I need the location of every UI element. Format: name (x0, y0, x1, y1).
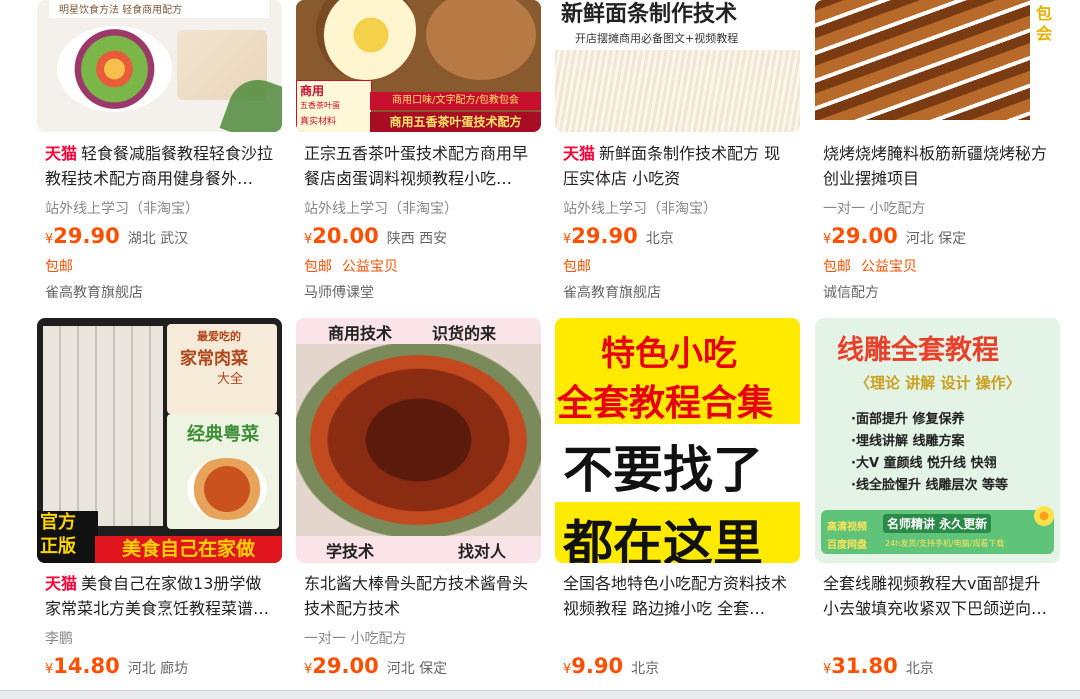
shop-link[interactable]: 诚信配方 (823, 282, 879, 302)
price: 14.80 (53, 654, 120, 678)
price-row: ¥29.00 河北 保定 (823, 224, 967, 248)
shop-link[interactable]: 雀高教育旗舰店 (563, 282, 661, 302)
tag-row: 包邮 公益宝贝 (304, 256, 408, 276)
product-subinfo: 李鹏 (45, 631, 73, 647)
location: 北京 (645, 231, 674, 247)
product-image[interactable]: 新鲜面条制作技术 开店摆摊商用必备图文+视频教程 (555, 0, 800, 132)
price: 20.00 (312, 224, 379, 248)
product-title[interactable]: 正宗五香茶叶蛋技术配方商用早餐店卤蛋调料视频教程小吃… (304, 141, 536, 191)
noodles (555, 50, 800, 132)
location: 湖北 武汉 (127, 231, 189, 247)
product-image[interactable]: 最爱吃的 家常肉菜 大全 经典粤菜 官方 正版 美食自己在家做 (37, 318, 282, 563)
image-caption: 明星饮食方法 轻食商用配方 (59, 5, 183, 16)
price: 29.90 (571, 224, 638, 248)
product-title[interactable]: 天猫 新鲜面条制作技术配方 现压实体店 小吃资 (563, 141, 795, 191)
product-title[interactable]: 东北酱大棒骨头配方技术酱骨头技术配方技术 (304, 571, 536, 621)
tag-free-shipping: 包邮 (563, 259, 591, 275)
location: 河北 保定 (905, 231, 967, 247)
location: 河北 廊坊 (127, 661, 189, 677)
tmall-badge: 天猫 (563, 144, 596, 163)
location: 北京 (631, 661, 660, 677)
tag-free-shipping: 包邮 (823, 259, 851, 275)
tag-row: 包邮 (45, 256, 83, 276)
product-image[interactable]: 商用 五香茶叶蛋 真实材料 商用口味/文字配方/包教包会 商用五香茶叶蛋技术配方 (296, 0, 541, 132)
price: 29.00 (831, 224, 898, 248)
egg (316, 0, 416, 80)
product-subinfo: 站外线上学习（非淘宝） (45, 201, 199, 217)
location: 陕西 西安 (386, 231, 448, 247)
tmall-badge: 天猫 (45, 574, 78, 593)
product-image[interactable]: 包 会 (815, 0, 1060, 132)
product-image[interactable]: 商用技术 识货的来 学技术 找对人 (296, 318, 541, 563)
price-row: ¥29.00 河北 保定 (304, 654, 448, 678)
location: 北京 (905, 661, 934, 677)
product-title[interactable]: 天猫 美食自己在家做13册学做家常菜北方美食烹饪教程菜谱… (45, 571, 277, 621)
product-image[interactable]: 明星饮食方法 轻食商用配方 (37, 0, 282, 132)
price-row: ¥20.00 陕西 西安 (304, 224, 448, 248)
tag-row: 包邮 公益宝贝 (823, 256, 927, 276)
product-title[interactable]: 烧烤烧烤腌料板筋新疆烧烤秘方创业摆摊项目 (823, 141, 1055, 191)
price-row: ¥29.90 湖北 武汉 (45, 224, 189, 248)
flower-icon (1034, 506, 1054, 526)
skewers (815, 0, 1030, 120)
price-row: ¥9.90 北京 (563, 654, 660, 678)
braised-bones (296, 344, 541, 536)
tag-free-shipping: 包邮 (45, 259, 73, 275)
product-title[interactable]: 全套线雕视频教程大v面部提升小去皱填充收紧双下巴颌逆向… (823, 571, 1055, 621)
product-subinfo: 一对一 小吃配方 (823, 201, 926, 217)
price-row: ¥31.80 北京 (823, 654, 934, 678)
price: 29.00 (312, 654, 379, 678)
book-spines (43, 326, 163, 526)
product-subinfo: 一对一 小吃配方 (304, 631, 407, 647)
location: 河北 保定 (386, 661, 448, 677)
product-title[interactable]: 天猫 轻食餐减脂餐教程轻食沙拉教程技术配方商用健身餐外… (45, 141, 277, 191)
price: 29.90 (53, 224, 120, 248)
tag-charity: 公益宝贝 (861, 259, 917, 275)
product-title[interactable]: 全国各地特色小吃配方资料技术视频教程 路边摊小吃 全套… (563, 571, 795, 621)
tag-charity: 公益宝贝 (342, 259, 398, 275)
product-subinfo: 站外线上学习（非淘宝） (563, 201, 717, 217)
tmall-badge: 天猫 (45, 144, 78, 163)
price-row: ¥29.90 北京 (563, 224, 674, 248)
price-row: ¥14.80 河北 廊坊 (45, 654, 189, 678)
shop-link[interactable]: 马师傅课堂 (304, 282, 374, 302)
tag-row: 包邮 (563, 256, 601, 276)
price: 9.90 (571, 654, 624, 678)
tag-free-shipping: 包邮 (304, 259, 332, 275)
salad-bowl (57, 26, 172, 112)
product-image[interactable]: 特色小吃 全套教程合集 不要找了 都在这里 (555, 318, 800, 563)
price: 31.80 (831, 654, 898, 678)
product-subinfo: 站外线上学习（非淘宝） (304, 201, 458, 217)
product-image[interactable]: 线雕全套教程 〈理论 讲解 设计 操作〉 ·面部提升 修复保养 ·埋线讲解 线雕… (815, 318, 1060, 563)
shop-link[interactable]: 雀高教育旗舰店 (45, 282, 143, 302)
